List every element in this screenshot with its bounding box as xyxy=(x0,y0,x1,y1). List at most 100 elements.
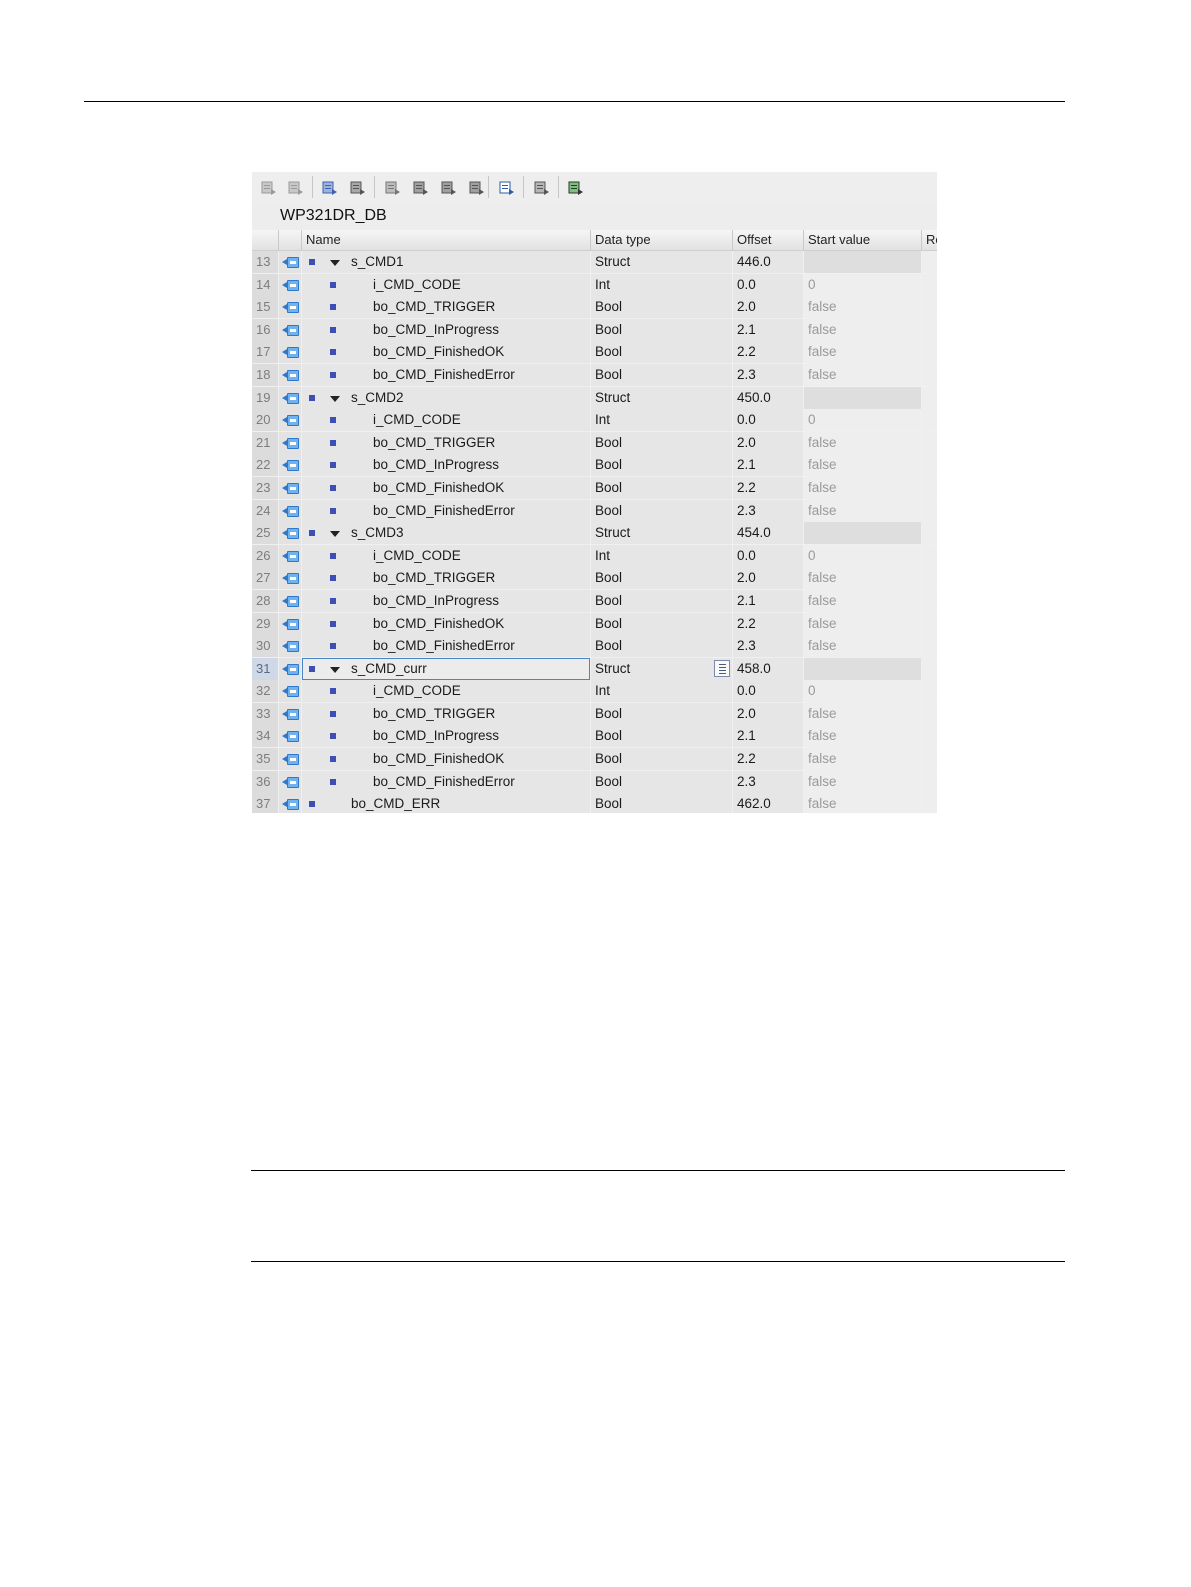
row-number[interactable]: 27 xyxy=(252,567,278,590)
insert-row-button[interactable] xyxy=(258,177,280,197)
copy-snapshot-button[interactable] xyxy=(347,177,369,197)
table-row[interactable]: 15 bo_CMD_TRIGGER Bool 2.0 false xyxy=(252,296,937,319)
row-number[interactable]: 36 xyxy=(252,770,278,793)
table-row[interactable]: 34 bo_CMD_InProgress Bool 2.1 false xyxy=(252,725,937,748)
row-number[interactable]: 35 xyxy=(252,748,278,771)
retain-cell[interactable] xyxy=(922,296,937,319)
header-start-value[interactable]: Start value xyxy=(804,230,922,250)
data-type-cell[interactable]: Bool xyxy=(591,793,732,813)
table-row[interactable]: 22 bo_CMD_InProgress Bool 2.1 false xyxy=(252,454,937,477)
table-row[interactable]: 24 bo_CMD_FinishedError Bool 2.3 false xyxy=(252,499,937,523)
retain-cell[interactable] xyxy=(922,251,937,273)
name-cell[interactable]: i_CMD_CODE xyxy=(302,409,590,432)
type-browse-button[interactable] xyxy=(714,659,730,677)
data-type-cell[interactable]: Struct xyxy=(591,522,732,545)
table-row[interactable]: 37 bo_CMD_ERR Bool 462.0 false xyxy=(252,793,937,813)
name-cell[interactable]: bo_CMD_FinishedError xyxy=(302,363,590,386)
retain-cell[interactable] xyxy=(922,318,937,341)
table-row[interactable]: 14 i_CMD_CODE Int 0.0 0 xyxy=(252,273,937,297)
row-number[interactable]: 29 xyxy=(252,612,278,635)
data-type-cell[interactable]: Bool xyxy=(591,725,732,748)
name-cell[interactable]: bo_CMD_InProgress xyxy=(302,318,590,341)
collapse-arrow-icon[interactable] xyxy=(330,531,340,538)
load-snapshot-button[interactable] xyxy=(438,177,460,197)
retain-cell[interactable] xyxy=(922,522,937,545)
data-type-cell[interactable]: Bool xyxy=(591,612,732,635)
data-type-cell[interactable]: Bool xyxy=(591,567,732,590)
retain-cell[interactable] xyxy=(922,476,937,499)
row-number[interactable]: 23 xyxy=(252,476,278,499)
name-cell[interactable]: bo_CMD_InProgress xyxy=(302,725,590,748)
row-number[interactable]: 17 xyxy=(252,341,278,364)
table-row[interactable]: 20 i_CMD_CODE Int 0.0 0 xyxy=(252,409,937,432)
load-start-values-button[interactable] xyxy=(410,177,432,197)
table-row[interactable]: 28 bo_CMD_InProgress Bool 2.1 false xyxy=(252,589,937,613)
data-type-cell[interactable]: Int xyxy=(591,544,732,567)
row-number[interactable]: 24 xyxy=(252,499,278,522)
retain-cell[interactable] xyxy=(922,499,937,522)
table-row[interactable]: 26 i_CMD_CODE Int 0.0 0 xyxy=(252,544,937,568)
row-number[interactable]: 32 xyxy=(252,680,278,703)
name-cell[interactable]: i_CMD_CODE xyxy=(302,273,590,296)
retain-cell[interactable] xyxy=(922,635,937,658)
start-value-cell[interactable]: false xyxy=(804,499,921,522)
data-type-cell[interactable]: Bool xyxy=(591,296,732,319)
retain-cell[interactable] xyxy=(922,612,937,635)
retain-cell[interactable] xyxy=(922,273,937,296)
name-cell[interactable]: s_CMD_curr xyxy=(302,657,590,680)
data-type-cell[interactable]: Struct xyxy=(591,657,732,680)
add-row-button[interactable] xyxy=(285,177,307,197)
data-type-cell[interactable]: Int xyxy=(591,273,732,296)
data-type-cell[interactable]: Bool xyxy=(591,431,732,454)
data-type-cell[interactable]: Bool xyxy=(591,341,732,364)
retain-cell[interactable] xyxy=(922,702,937,725)
name-cell[interactable]: s_CMD3 xyxy=(302,522,590,545)
start-value-cell[interactable]: false xyxy=(804,567,921,590)
retain-cell[interactable] xyxy=(922,657,937,680)
start-value-cell[interactable] xyxy=(804,522,921,545)
header-offset[interactable]: Offset xyxy=(733,230,804,250)
row-number[interactable]: 19 xyxy=(252,386,278,409)
start-value-cell[interactable]: false xyxy=(804,454,921,477)
header-data-type[interactable]: Data type xyxy=(591,230,733,250)
start-value-cell[interactable]: false xyxy=(804,341,921,364)
name-cell[interactable]: i_CMD_CODE xyxy=(302,680,590,703)
retain-cell[interactable] xyxy=(922,454,937,477)
row-number[interactable]: 26 xyxy=(252,544,278,567)
start-value-cell[interactable]: false xyxy=(804,635,921,658)
data-type-cell[interactable]: Bool xyxy=(591,318,732,341)
retain-cell[interactable] xyxy=(922,770,937,793)
name-cell[interactable]: bo_CMD_TRIGGER xyxy=(302,296,590,319)
table-row[interactable]: 17 bo_CMD_FinishedOK Bool 2.2 false xyxy=(252,341,937,364)
start-value-cell[interactable]: false xyxy=(804,589,921,612)
row-number[interactable]: 31 xyxy=(252,657,278,680)
row-number[interactable]: 22 xyxy=(252,454,278,477)
start-value-cell[interactable]: false xyxy=(804,296,921,319)
start-value-cell[interactable]: 0 xyxy=(804,680,921,703)
data-type-cell[interactable]: Bool xyxy=(591,363,732,386)
row-number[interactable]: 30 xyxy=(252,635,278,658)
table-row[interactable]: 27 bo_CMD_TRIGGER Bool 2.0 false xyxy=(252,567,937,590)
row-number[interactable]: 14 xyxy=(252,273,278,296)
start-value-cell[interactable]: false xyxy=(804,702,921,725)
retain-cell[interactable] xyxy=(922,793,937,813)
data-type-cell[interactable]: Struct xyxy=(591,386,732,409)
table-row[interactable]: 30 bo_CMD_FinishedError Bool 2.3 false xyxy=(252,635,937,658)
data-type-cell[interactable]: Bool xyxy=(591,702,732,725)
collapse-arrow-icon[interactable] xyxy=(330,666,340,673)
row-number[interactable]: 20 xyxy=(252,409,278,432)
name-cell[interactable]: bo_CMD_FinishedError xyxy=(302,635,590,658)
collapse-arrow-icon[interactable] xyxy=(330,395,340,402)
retain-cell[interactable] xyxy=(922,748,937,771)
name-cell[interactable]: bo_CMD_FinishedError xyxy=(302,770,590,793)
row-number[interactable]: 21 xyxy=(252,431,278,454)
name-cell[interactable]: bo_CMD_FinishedOK xyxy=(302,341,590,364)
header-name[interactable]: Name xyxy=(302,230,591,250)
table-row[interactable]: 29 bo_CMD_FinishedOK Bool 2.2 false xyxy=(252,612,937,636)
export-button[interactable] xyxy=(466,177,488,197)
start-value-cell[interactable]: 0 xyxy=(804,544,921,567)
retain-cell[interactable] xyxy=(922,589,937,612)
data-type-cell[interactable]: Bool xyxy=(591,476,732,499)
table-row[interactable]: 21 bo_CMD_TRIGGER Bool 2.0 false xyxy=(252,431,937,455)
start-value-cell[interactable]: false xyxy=(804,793,921,813)
